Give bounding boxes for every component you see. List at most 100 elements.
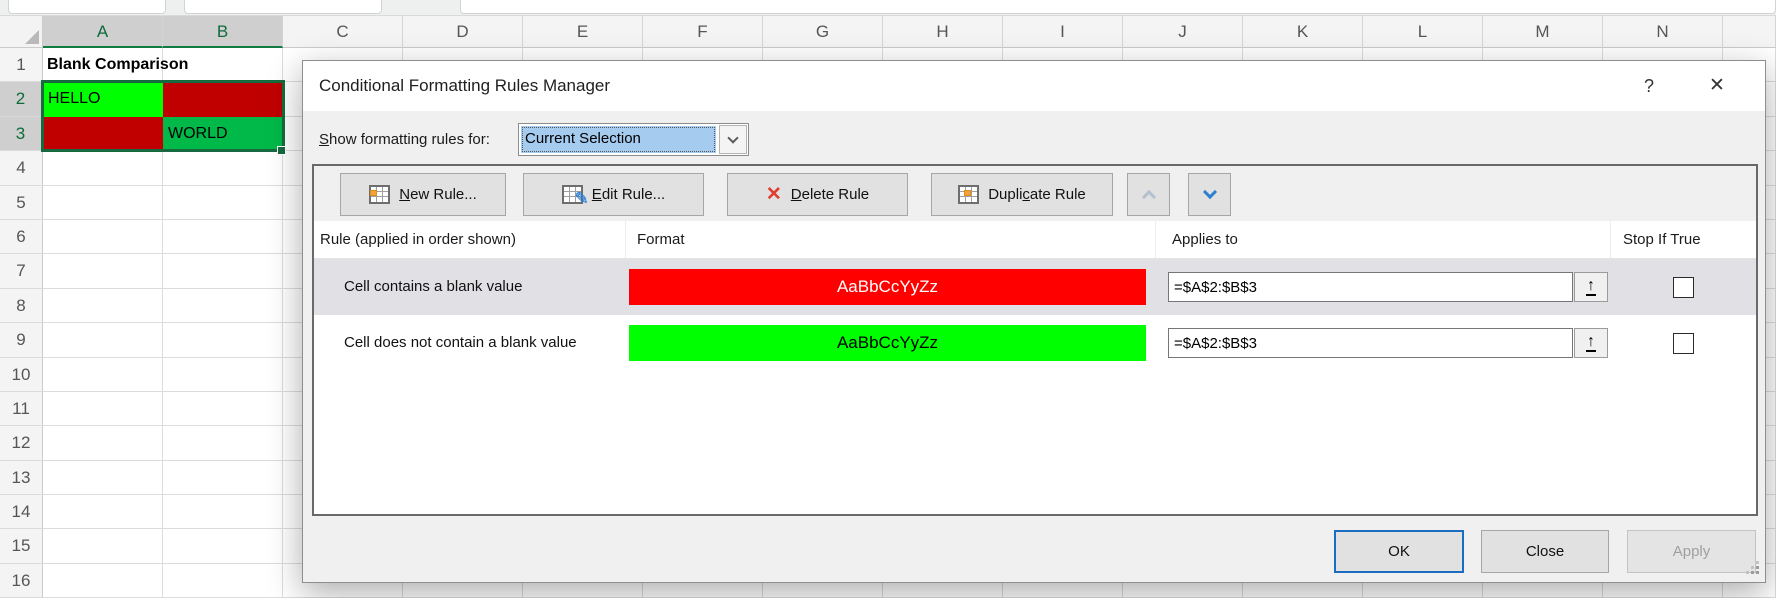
dialog-titlebar: Conditional Formatting Rules Manager ? ✕ [303,61,1765,111]
row-header-4[interactable]: 4 [0,151,43,185]
grid-cell-B12[interactable] [163,426,283,460]
grid-cell-B11[interactable] [163,392,283,426]
delete-x-icon: ✕ [766,183,782,206]
column-header-A[interactable]: A [43,16,163,48]
column-header-L[interactable]: L [1363,16,1483,48]
rules-list-headers: Rule (applied in order shown) Format App… [314,221,1756,259]
row-header-11[interactable]: 11 [0,392,43,426]
grid-cell-B7[interactable] [163,254,283,288]
row-header-9[interactable]: 9 [0,323,43,357]
edit-rule-button[interactable]: ✎ Edit Rule... [523,173,704,216]
column-header-C[interactable]: C [283,16,403,48]
grid-cell-A5[interactable] [43,186,163,220]
grid-cell-A9[interactable] [43,323,163,357]
applies-to-input[interactable] [1168,328,1573,358]
grid-cell-B10[interactable] [163,358,283,392]
apply-button[interactable]: Apply [1627,530,1756,573]
row-header-5[interactable]: 5 [0,186,43,220]
formula-bar-fragment [460,0,1776,14]
delete-rule-button[interactable]: ✕ Delete Rule [727,173,908,216]
column-header-I[interactable]: I [1003,16,1123,48]
grid-cell-A7[interactable] [43,254,163,288]
cell-a1-text[interactable]: Blank Comparison [47,48,188,82]
grid-cell-A16[interactable] [43,564,163,598]
grid-cell-B5[interactable] [163,186,283,220]
row-header-14[interactable]: 14 [0,495,43,529]
grid-cell-B16[interactable] [163,564,283,598]
collapse-dialog-button[interactable]: ↑ [1574,272,1608,302]
help-button[interactable]: ? [1629,61,1669,111]
grid-cell-B9[interactable] [163,323,283,357]
row-header-15[interactable]: 15 [0,529,43,563]
header-rule: Rule (applied in order shown) [314,221,626,258]
row-header-16[interactable]: 16 [0,564,43,598]
column-header-F[interactable]: F [643,16,763,48]
close-icon[interactable]: ✕ [1695,61,1739,111]
grid-cell-A10[interactable] [43,358,163,392]
cf-rules-manager-dialog: Conditional Formatting Rules Manager ? ✕… [302,60,1766,583]
grid-cell-A4[interactable] [43,151,163,185]
rule-name: Cell does not contain a blank value [314,315,626,371]
show-rules-combobox[interactable]: Current Selection [518,123,749,156]
dialog-title: Conditional Formatting Rules Manager [319,61,610,111]
column-header-J[interactable]: J [1123,16,1243,48]
grid-cell-B8[interactable] [163,289,283,323]
row-header-8[interactable]: 8 [0,289,43,323]
column-header-N[interactable]: N [1603,16,1723,48]
grid-cell-B15[interactable] [163,529,283,563]
row-header-6[interactable]: 6 [0,220,43,254]
grid-cell-A8[interactable] [43,289,163,323]
close-button[interactable]: Close [1481,530,1609,573]
resize-grip[interactable] [1745,560,1759,574]
rule-row-2[interactable]: Cell does not contain a blank value AaBb… [314,315,1756,371]
grid-cell-B6[interactable] [163,220,283,254]
grid-cell-A15[interactable] [43,529,163,563]
collapse-arrow-icon: ↑ [1586,335,1596,352]
column-header-partial[interactable] [1723,16,1776,48]
grid-cell-B13[interactable] [163,461,283,495]
column-header-B[interactable]: B [163,16,283,48]
move-rule-up-button[interactable] [1127,173,1170,216]
combobox-dropdown-button[interactable] [719,125,747,154]
column-header-D[interactable]: D [403,16,523,48]
selection-fill-handle[interactable] [277,146,286,155]
grid-cell-B4[interactable] [163,151,283,185]
row-header-10[interactable]: 10 [0,358,43,392]
row-header-2[interactable]: 2 [0,82,43,116]
column-headers: ABCDEFGHIJKLMN [0,16,1776,48]
applies-to-input[interactable] [1168,272,1573,302]
column-header-K[interactable]: K [1243,16,1363,48]
format-sample: AaBbCcYyZz [629,325,1146,361]
edit-rule-pencil-icon: ✎ [562,185,583,204]
stop-if-true-checkbox[interactable] [1673,277,1694,298]
grid-cell-A12[interactable] [43,426,163,460]
move-rule-down-button[interactable] [1188,173,1231,216]
row-header-3[interactable]: 3 [0,117,43,151]
column-header-G[interactable]: G [763,16,883,48]
formula-bar-strip [0,0,1776,16]
grid-cell-A14[interactable] [43,495,163,529]
ok-button[interactable]: OK [1334,530,1464,573]
rule-row-1[interactable]: Cell contains a blank value AaBbCcYyZz ↑ [314,259,1756,315]
grid-cell-A11[interactable] [43,392,163,426]
grid-cell-B14[interactable] [163,495,283,529]
select-all-corner[interactable] [0,16,43,48]
row-header-12[interactable]: 12 [0,426,43,460]
excel-screen: ABCDEFGHIJKLMN 12345678910111213141516 B… [0,0,1776,598]
header-applies-to: Applies to [1156,221,1611,258]
header-stop-if-true: Stop If True [1611,221,1756,258]
grid-cell-A13[interactable] [43,461,163,495]
duplicate-rule-button[interactable]: Duplicate Rule [931,173,1113,216]
row-header-1[interactable]: 1 [0,48,43,82]
column-header-H[interactable]: H [883,16,1003,48]
row-header-13[interactable]: 13 [0,461,43,495]
column-header-M[interactable]: M [1483,16,1603,48]
stop-if-true-checkbox[interactable] [1673,333,1694,354]
grid-cell-A6[interactable] [43,220,163,254]
new-rule-button[interactable]: New Rule... [340,173,506,216]
column-header-E[interactable]: E [523,16,643,48]
collapse-dialog-button[interactable]: ↑ [1574,328,1608,358]
row-header-7[interactable]: 7 [0,254,43,288]
selection-rectangle [41,80,285,152]
combobox-value[interactable]: Current Selection [521,126,716,153]
